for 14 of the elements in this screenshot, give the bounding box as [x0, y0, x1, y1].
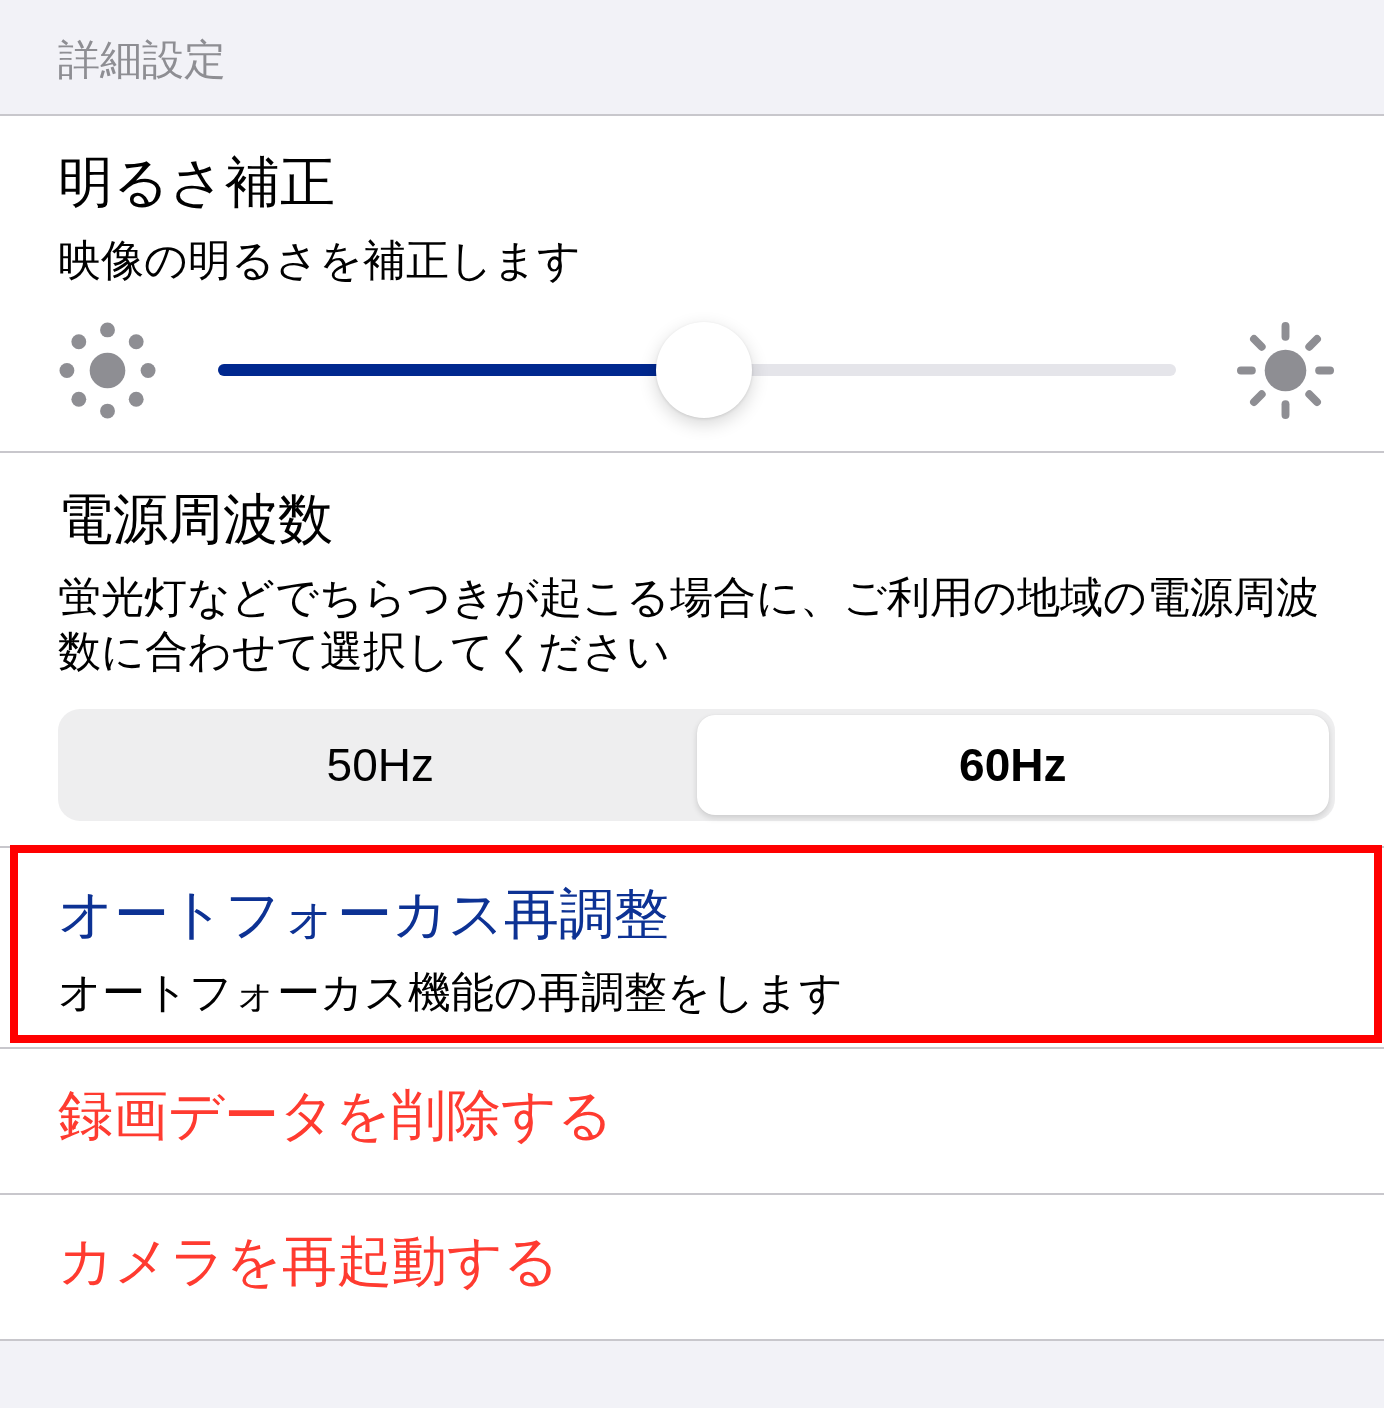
- brightness-slider[interactable]: [218, 322, 1176, 418]
- action-link[interactable]: オートフォーカス再調整: [58, 878, 669, 950]
- section-header: 詳細設定: [58, 35, 226, 85]
- setting-title: 明るさ補正: [58, 150, 335, 215]
- dim-sun-icon: [58, 320, 157, 420]
- bright-sun-icon: [1236, 320, 1335, 420]
- destructive-action[interactable]: 録画データを削除する: [58, 1079, 613, 1151]
- segment-button[interactable]: 50Hz: [64, 715, 697, 815]
- destructive-action[interactable]: カメラを再起動する: [58, 1225, 559, 1297]
- setting-title: 電源周波数: [58, 487, 333, 552]
- segment-button[interactable]: 60Hz: [696, 715, 1329, 815]
- action-description: オートフォーカス機能の再調整をします: [58, 967, 844, 1018]
- setting-description: 蛍光灯などでちらつきが起こる場合に、ご利用の地域の電源周波数に合わせて選択してください: [58, 572, 1320, 677]
- setting-description: 映像の明るさを補正します: [58, 235, 582, 286]
